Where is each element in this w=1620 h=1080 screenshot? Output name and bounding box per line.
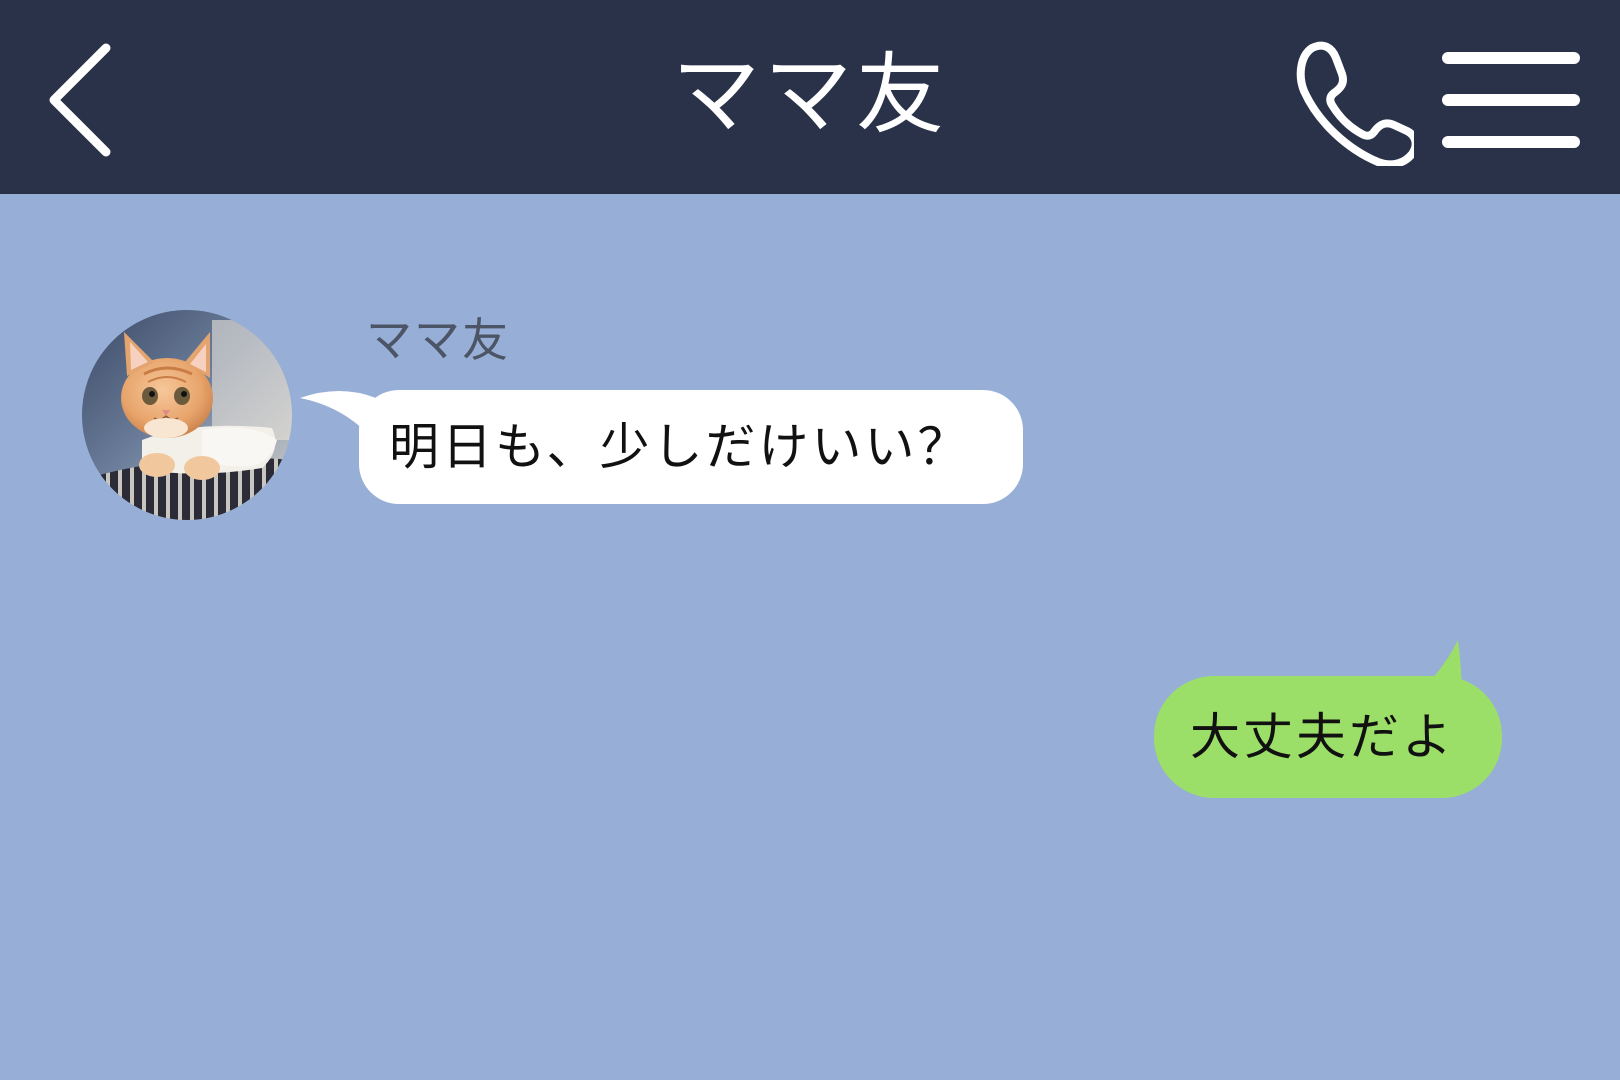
outgoing-message-bubble[interactable]: 大丈夫だよ	[1154, 676, 1502, 798]
chat-header: ママ友	[0, 0, 1620, 194]
chevron-left-icon	[49, 43, 111, 157]
phone-icon	[1296, 41, 1420, 169]
kitten-avatar	[82, 310, 292, 520]
sender-name: ママ友	[366, 313, 510, 367]
chat-area[interactable]: ママ友 明日も、少しだけいい？ 大丈夫だよ	[0, 194, 1620, 1080]
incoming-message-bubble[interactable]: 明日も、少しだけいい？	[359, 390, 1023, 504]
menu-button[interactable]	[1436, 48, 1586, 152]
call-button[interactable]	[1284, 36, 1420, 169]
back-button[interactable]	[40, 40, 130, 160]
chat-title: ママ友	[671, 43, 948, 146]
sender-avatar[interactable]	[82, 310, 292, 520]
